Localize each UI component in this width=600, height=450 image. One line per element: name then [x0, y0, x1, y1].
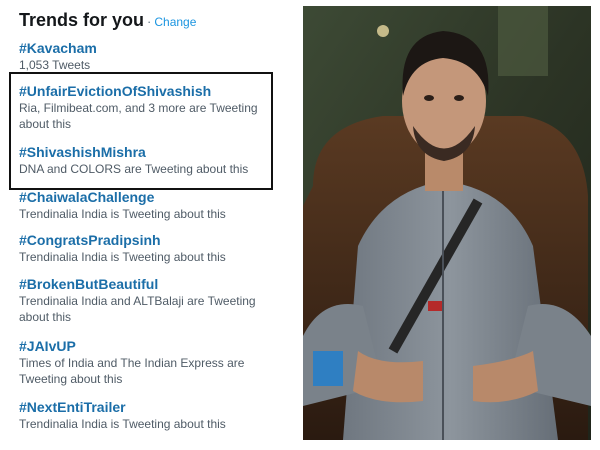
trends-title: Trends for you: [19, 10, 145, 30]
trend-hashtag[interactable]: #JAIvUP: [19, 338, 279, 355]
highlight-box: [9, 72, 273, 190]
trend-meta: 1,053 Tweets: [19, 58, 91, 72]
change-link[interactable]: Change: [154, 15, 196, 29]
trends-panel: Trends for you · Change #Kavacham 1,053 …: [19, 10, 289, 431]
trend-item[interactable]: #Kavacham 1,053 Tweets: [19, 40, 279, 73]
trend-meta: Trendinalia India is Tweeting about this: [19, 417, 226, 431]
trend-meta: Trendinalia India is Tweeting about this: [19, 250, 226, 264]
trend-item[interactable]: #JAIvUP Times of India and The Indian Ex…: [19, 338, 279, 387]
trend-hashtag[interactable]: #BrokenButBeautiful: [19, 276, 279, 293]
trend-item[interactable]: #CongratsPradipsinh Trendinalia India is…: [19, 232, 279, 265]
trend-item[interactable]: #BrokenButBeautiful Trendinalia India an…: [19, 276, 279, 325]
trend-item[interactable]: #NextEntiTrailer Trendinalia India is Tw…: [19, 399, 279, 432]
trend-hashtag[interactable]: #CongratsPradipsinh: [19, 232, 279, 249]
trend-meta: Trendinalia India is Tweeting about this: [19, 207, 226, 221]
trend-hashtag[interactable]: #Kavacham: [19, 40, 279, 57]
person-photo: [303, 6, 591, 440]
trend-item[interactable]: #ChaiwalaChallenge Trendinalia India is …: [19, 189, 279, 222]
person-photo-graphic: [303, 6, 591, 440]
trend-meta: Trendinalia India and ALTBalaji are Twee…: [19, 294, 256, 324]
trend-hashtag[interactable]: #ChaiwalaChallenge: [19, 189, 279, 206]
trends-header: Trends for you · Change: [19, 10, 289, 31]
trend-hashtag[interactable]: #NextEntiTrailer: [19, 399, 279, 416]
header-separator: ·: [147, 14, 152, 29]
trend-meta: Times of India and The Indian Express ar…: [19, 356, 245, 386]
